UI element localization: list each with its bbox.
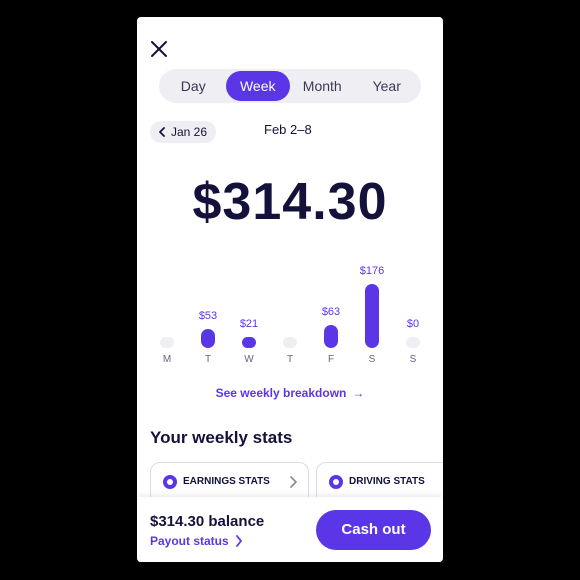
tab-month[interactable]: Month bbox=[290, 71, 355, 101]
chart-value-label: $176 bbox=[359, 265, 385, 277]
payout-status-link[interactable]: Payout status bbox=[150, 534, 243, 548]
cash-out-button[interactable]: Cash out bbox=[316, 510, 431, 550]
chart-value-label: $63 bbox=[321, 306, 341, 318]
current-week-range: Feb 2–8 bbox=[264, 122, 312, 137]
chart-column: $176 S bbox=[357, 262, 387, 372]
daily-earnings-chart: M $53 T $21 W T $63 F $176 S $0 S bbox=[137, 262, 443, 372]
earnings-screen: Day Week Month Year Jan 26 Feb 2–8 $314.… bbox=[137, 17, 443, 562]
chart-bar[interactable] bbox=[201, 329, 215, 348]
arrow-right-icon: → bbox=[352, 386, 365, 400]
total-earnings: $314.30 bbox=[192, 173, 388, 231]
chevron-right-icon bbox=[235, 535, 242, 547]
payout-status-label: Payout status bbox=[150, 534, 229, 548]
chart-bar[interactable] bbox=[283, 337, 297, 348]
chart-day-label: T bbox=[204, 354, 212, 365]
tab-day[interactable]: Day bbox=[161, 71, 226, 101]
weekly-breakdown-link[interactable]: See weekly breakdown → bbox=[137, 386, 443, 400]
weekly-stats-heading: Your weekly stats bbox=[150, 428, 293, 447]
chart-value-label: $0 bbox=[406, 318, 420, 330]
previous-week-label: Jan 26 bbox=[171, 125, 208, 139]
chevron-right-icon bbox=[290, 476, 297, 488]
chart-day-label: T bbox=[286, 354, 294, 365]
chart-column: $0 S bbox=[398, 262, 428, 372]
chart-value-label: $21 bbox=[239, 318, 259, 330]
close-icon[interactable] bbox=[149, 39, 169, 59]
balance-text: $314.30 balance bbox=[150, 513, 265, 530]
period-tabs: Day Week Month Year bbox=[159, 69, 421, 103]
chart-column: $63 F bbox=[316, 262, 346, 372]
weekly-breakdown-label: See weekly breakdown bbox=[215, 386, 347, 400]
chart-day-label: W bbox=[244, 354, 254, 365]
chart-bar[interactable] bbox=[365, 284, 379, 348]
balance-footer: $314.30 balance Payout status Cash out bbox=[137, 497, 443, 562]
chart-bar[interactable] bbox=[160, 337, 174, 348]
earnings-stats-label: EARNINGS STATS bbox=[183, 476, 270, 487]
driving-stats-label: DRIVING STATS bbox=[349, 476, 425, 487]
chart-bar[interactable] bbox=[406, 337, 420, 348]
car-icon bbox=[329, 475, 343, 489]
chevron-left-icon bbox=[159, 127, 165, 137]
chart-column: M bbox=[152, 262, 182, 372]
chart-column: $53 T bbox=[193, 262, 223, 372]
earnings-icon bbox=[163, 475, 177, 489]
chart-column: T bbox=[275, 262, 305, 372]
tab-year[interactable]: Year bbox=[355, 71, 420, 101]
chart-day-label: M bbox=[162, 354, 172, 365]
chart-bar[interactable] bbox=[324, 325, 338, 348]
chart-day-label: S bbox=[409, 354, 417, 365]
tab-week[interactable]: Week bbox=[225, 71, 290, 101]
chart-bar[interactable] bbox=[242, 337, 256, 348]
previous-week-button[interactable]: Jan 26 bbox=[150, 121, 217, 143]
chart-day-label: F bbox=[327, 354, 335, 365]
chart-column: $21 W bbox=[234, 262, 264, 372]
chart-day-label: S bbox=[368, 354, 376, 365]
